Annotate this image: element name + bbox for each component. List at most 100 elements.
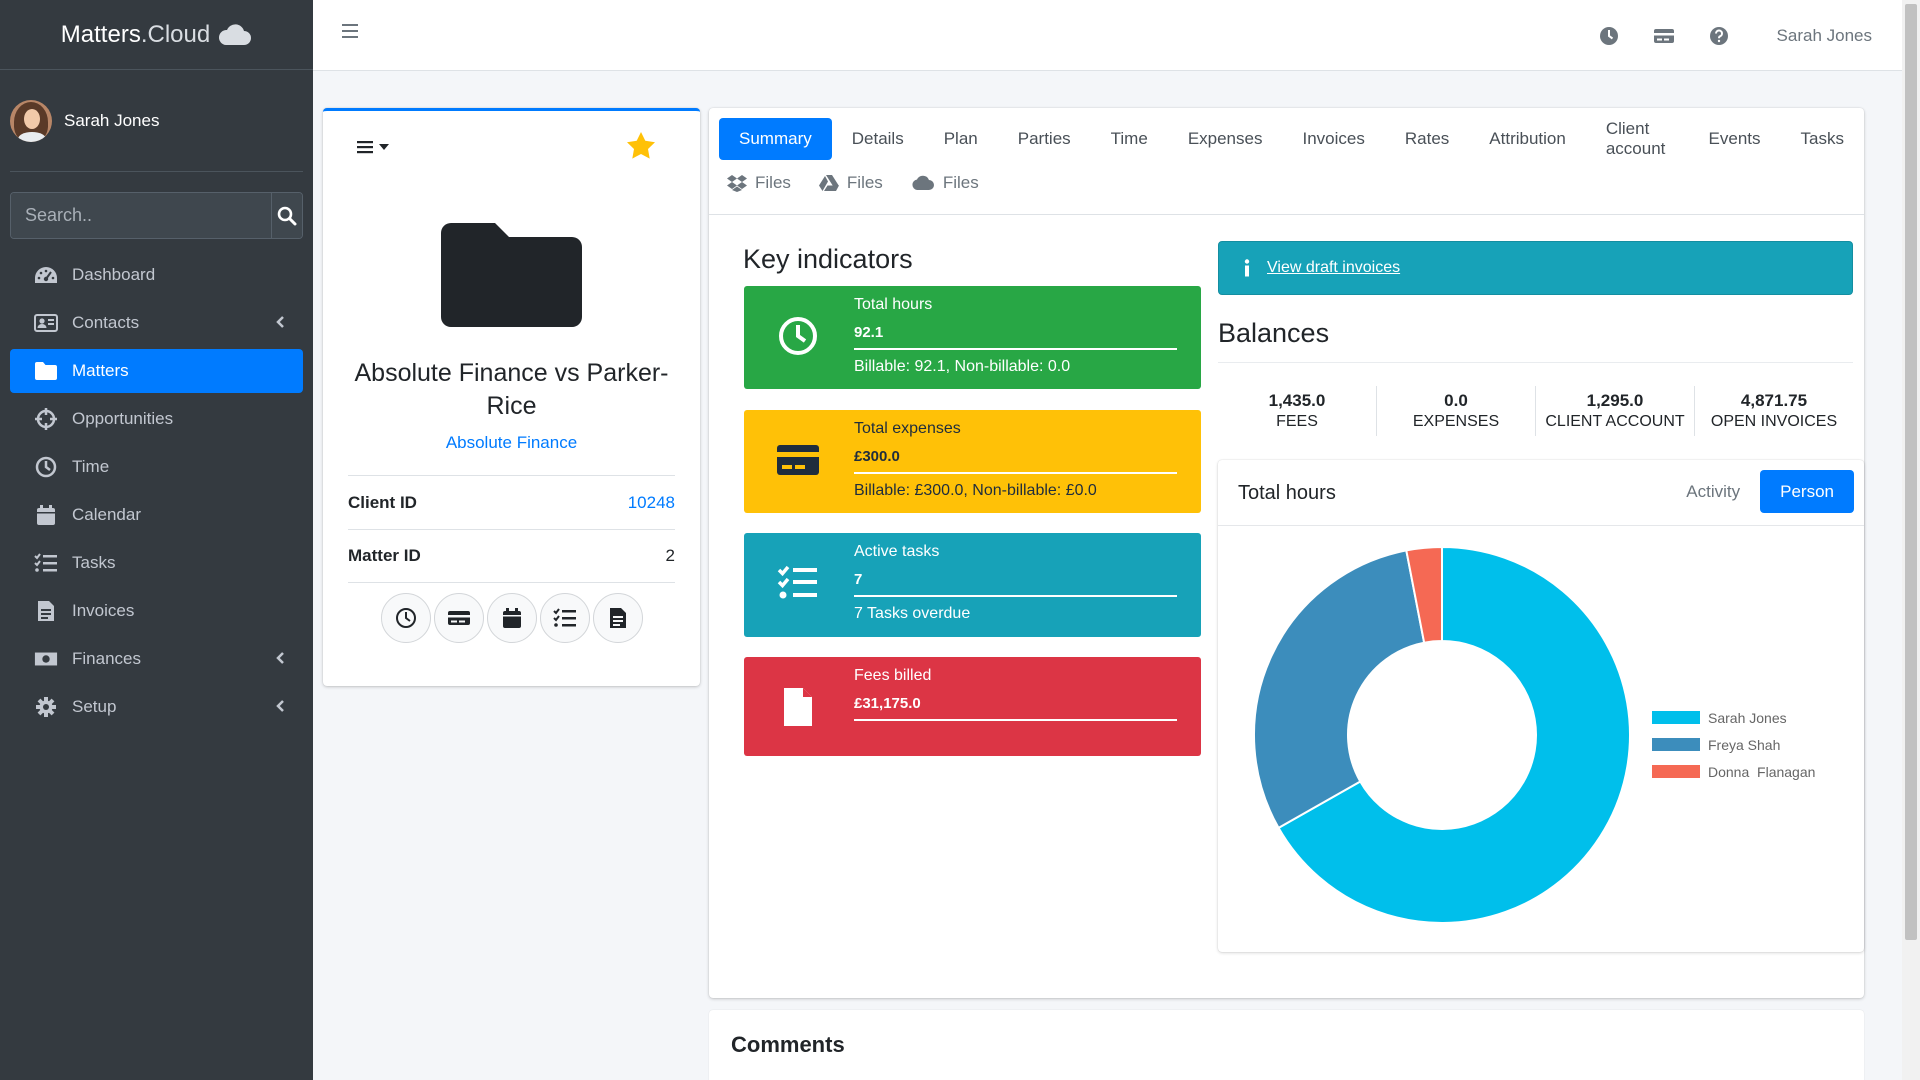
draft-invoices-alert: View draft invoices — [1218, 241, 1853, 295]
fees-billed-box[interactable]: Fees billed £31,175.0 — [744, 657, 1201, 756]
brand-logo[interactable]: Matters .Cloud — [0, 0, 313, 70]
sidebar-user-name[interactable]: Sarah Jones — [64, 111, 159, 131]
divider — [1218, 362, 1853, 363]
tab-tasks[interactable]: Tasks — [1781, 118, 1864, 160]
sidebar-item-label: Setup — [72, 697, 117, 716]
ki-value: 7 — [854, 571, 863, 588]
money-icon — [34, 647, 58, 671]
tab-plan[interactable]: Plan — [924, 118, 998, 160]
ki-label: Active tasks — [854, 543, 940, 560]
tasks-icon — [776, 561, 820, 605]
clock-icon[interactable] — [1599, 26, 1619, 46]
sidebar-item-label: Time — [72, 457, 110, 476]
client-id-label: Client ID — [348, 492, 417, 512]
brand-name-primary: Matters — [60, 20, 141, 48]
tab-expenses[interactable]: Expenses — [1168, 118, 1283, 160]
balance-client-account: 1,295.0 CLIENT ACCOUNT — [1536, 386, 1695, 436]
gear-icon — [34, 695, 58, 719]
ki-sub: Billable: 92.1, Non-billable: 0.0 — [854, 358, 1071, 375]
ki-progress — [854, 472, 1177, 474]
balance-value: 4,871.75 — [1740, 391, 1808, 410]
sidebar-item-label: Calendar — [72, 505, 141, 524]
add-time-button[interactable] — [380, 593, 431, 643]
sidebar-item-calendar[interactable]: Calendar — [10, 493, 303, 537]
star-icon[interactable] — [626, 131, 656, 159]
search-button[interactable] — [271, 193, 302, 238]
top-user-name[interactable]: Sarah Jones — [1777, 26, 1872, 46]
tab-dropbox-files[interactable]: Files — [727, 168, 791, 198]
legend-swatch — [1652, 765, 1700, 778]
cloud-icon — [219, 23, 252, 45]
tab-rates[interactable]: Rates — [1385, 118, 1469, 160]
page-scrollbar[interactable] — [1902, 0, 1920, 1080]
scrollbar-thumb[interactable] — [1905, 4, 1917, 940]
matter-menu-button[interactable] — [357, 139, 389, 155]
sidebar-item-dashboard[interactable]: Dashboard — [10, 253, 303, 297]
chevron-left-icon — [276, 652, 284, 664]
legend-item[interactable]: Donna Flanagan — [1652, 758, 1815, 785]
sidebar-item-setup[interactable]: Setup — [10, 685, 303, 729]
sidebar-item-matters[interactable]: Matters — [10, 349, 303, 393]
sidebar-item-label: Contacts — [72, 313, 140, 332]
sidebar-item-contacts[interactable]: Contacts — [10, 301, 303, 345]
invoice-icon — [609, 608, 626, 628]
chart-view-tabs: Activity Person — [1666, 470, 1854, 513]
total-expenses-box[interactable]: Total expenses £300.0 Billable: £300.0, … — [744, 410, 1201, 513]
legend-item[interactable]: Freya Shah — [1652, 731, 1815, 758]
add-task-button[interactable] — [539, 593, 590, 643]
credit-card-icon[interactable] — [1653, 27, 1675, 45]
view-draft-invoices-link[interactable]: View draft invoices — [1267, 259, 1400, 277]
sidebar-item-time[interactable]: Time — [10, 445, 303, 489]
sidebar-item-tasks[interactable]: Tasks — [10, 541, 303, 585]
total-hours-chart-card: Total hours Activity Person Sarah Jones F… — [1218, 460, 1864, 952]
add-event-button[interactable] — [486, 593, 537, 643]
tab-time[interactable]: Time — [1091, 118, 1168, 160]
legend-label: Donna Flanagan — [1708, 763, 1816, 780]
sidebar-nav: Dashboard Contacts Matters Opportunities… — [10, 253, 303, 729]
client-id-link[interactable]: 10248 — [628, 493, 675, 513]
add-expense-button[interactable] — [433, 593, 484, 643]
clock-icon — [34, 455, 58, 479]
donut-slice-freya-shah[interactable] — [1253, 549, 1426, 830]
tab-client-account[interactable]: Client account — [1586, 118, 1689, 160]
matter-quick-actions — [323, 593, 700, 643]
sidebar-item-label: Opportunities — [72, 409, 174, 428]
hours-by-person-donut — [1253, 545, 1631, 924]
credit-card-icon — [447, 611, 470, 625]
matter-client-link[interactable]: Absolute Finance — [323, 433, 700, 453]
total-hours-box[interactable]: Total hours 92.1 Billable: 92.1, Non-bil… — [744, 286, 1201, 389]
tab-parties[interactable]: Parties — [998, 118, 1091, 160]
tab-summary[interactable]: Summary — [719, 118, 832, 160]
add-invoice-button[interactable] — [592, 593, 643, 643]
sidebar-item-finances[interactable]: Finances — [10, 637, 303, 681]
help-icon[interactable] — [1709, 26, 1729, 46]
ki-value: 92.1 — [854, 324, 884, 341]
matter-id-row: Matter ID 2 — [348, 529, 675, 583]
tab-events[interactable]: Events — [1689, 118, 1781, 160]
active-tasks-box[interactable]: Active tasks 7 7 Tasks overdue — [744, 533, 1201, 637]
sidebar-item-opportunities[interactable]: Opportunities — [10, 397, 303, 441]
tab-activity[interactable]: Activity — [1666, 470, 1760, 513]
ki-label: Fees billed — [854, 667, 932, 684]
legend-swatch — [1652, 711, 1700, 724]
tab-attribution[interactable]: Attribution — [1469, 118, 1586, 160]
user-panel[interactable]: Sarah Jones — [10, 88, 303, 172]
tab-invoices[interactable]: Invoices — [1282, 118, 1384, 160]
tab-cloud-files[interactable]: Files — [911, 168, 979, 198]
balance-value: 0.0 — [1444, 391, 1468, 410]
sidebar-item-label: Matters — [72, 361, 129, 380]
search-input[interactable] — [11, 193, 271, 238]
tab-details[interactable]: Details — [832, 118, 924, 160]
ki-value: £31,175.0 — [854, 695, 921, 712]
invoice-icon — [34, 599, 58, 623]
google-drive-icon — [818, 175, 839, 191]
legend-item[interactable]: Sarah Jones — [1652, 704, 1815, 731]
tab-google-drive-files[interactable]: Files — [818, 168, 883, 198]
calendar-icon — [34, 503, 58, 527]
sidebar-item-label: Tasks — [72, 553, 116, 572]
tab-person[interactable]: Person — [1760, 470, 1854, 513]
sidebar-item-invoices[interactable]: Invoices — [10, 589, 303, 633]
search-icon — [277, 206, 297, 225]
hamburger-menu-icon[interactable] — [341, 20, 359, 42]
chart-legend: Sarah Jones Freya Shah Donna Flanagan — [1652, 704, 1815, 785]
